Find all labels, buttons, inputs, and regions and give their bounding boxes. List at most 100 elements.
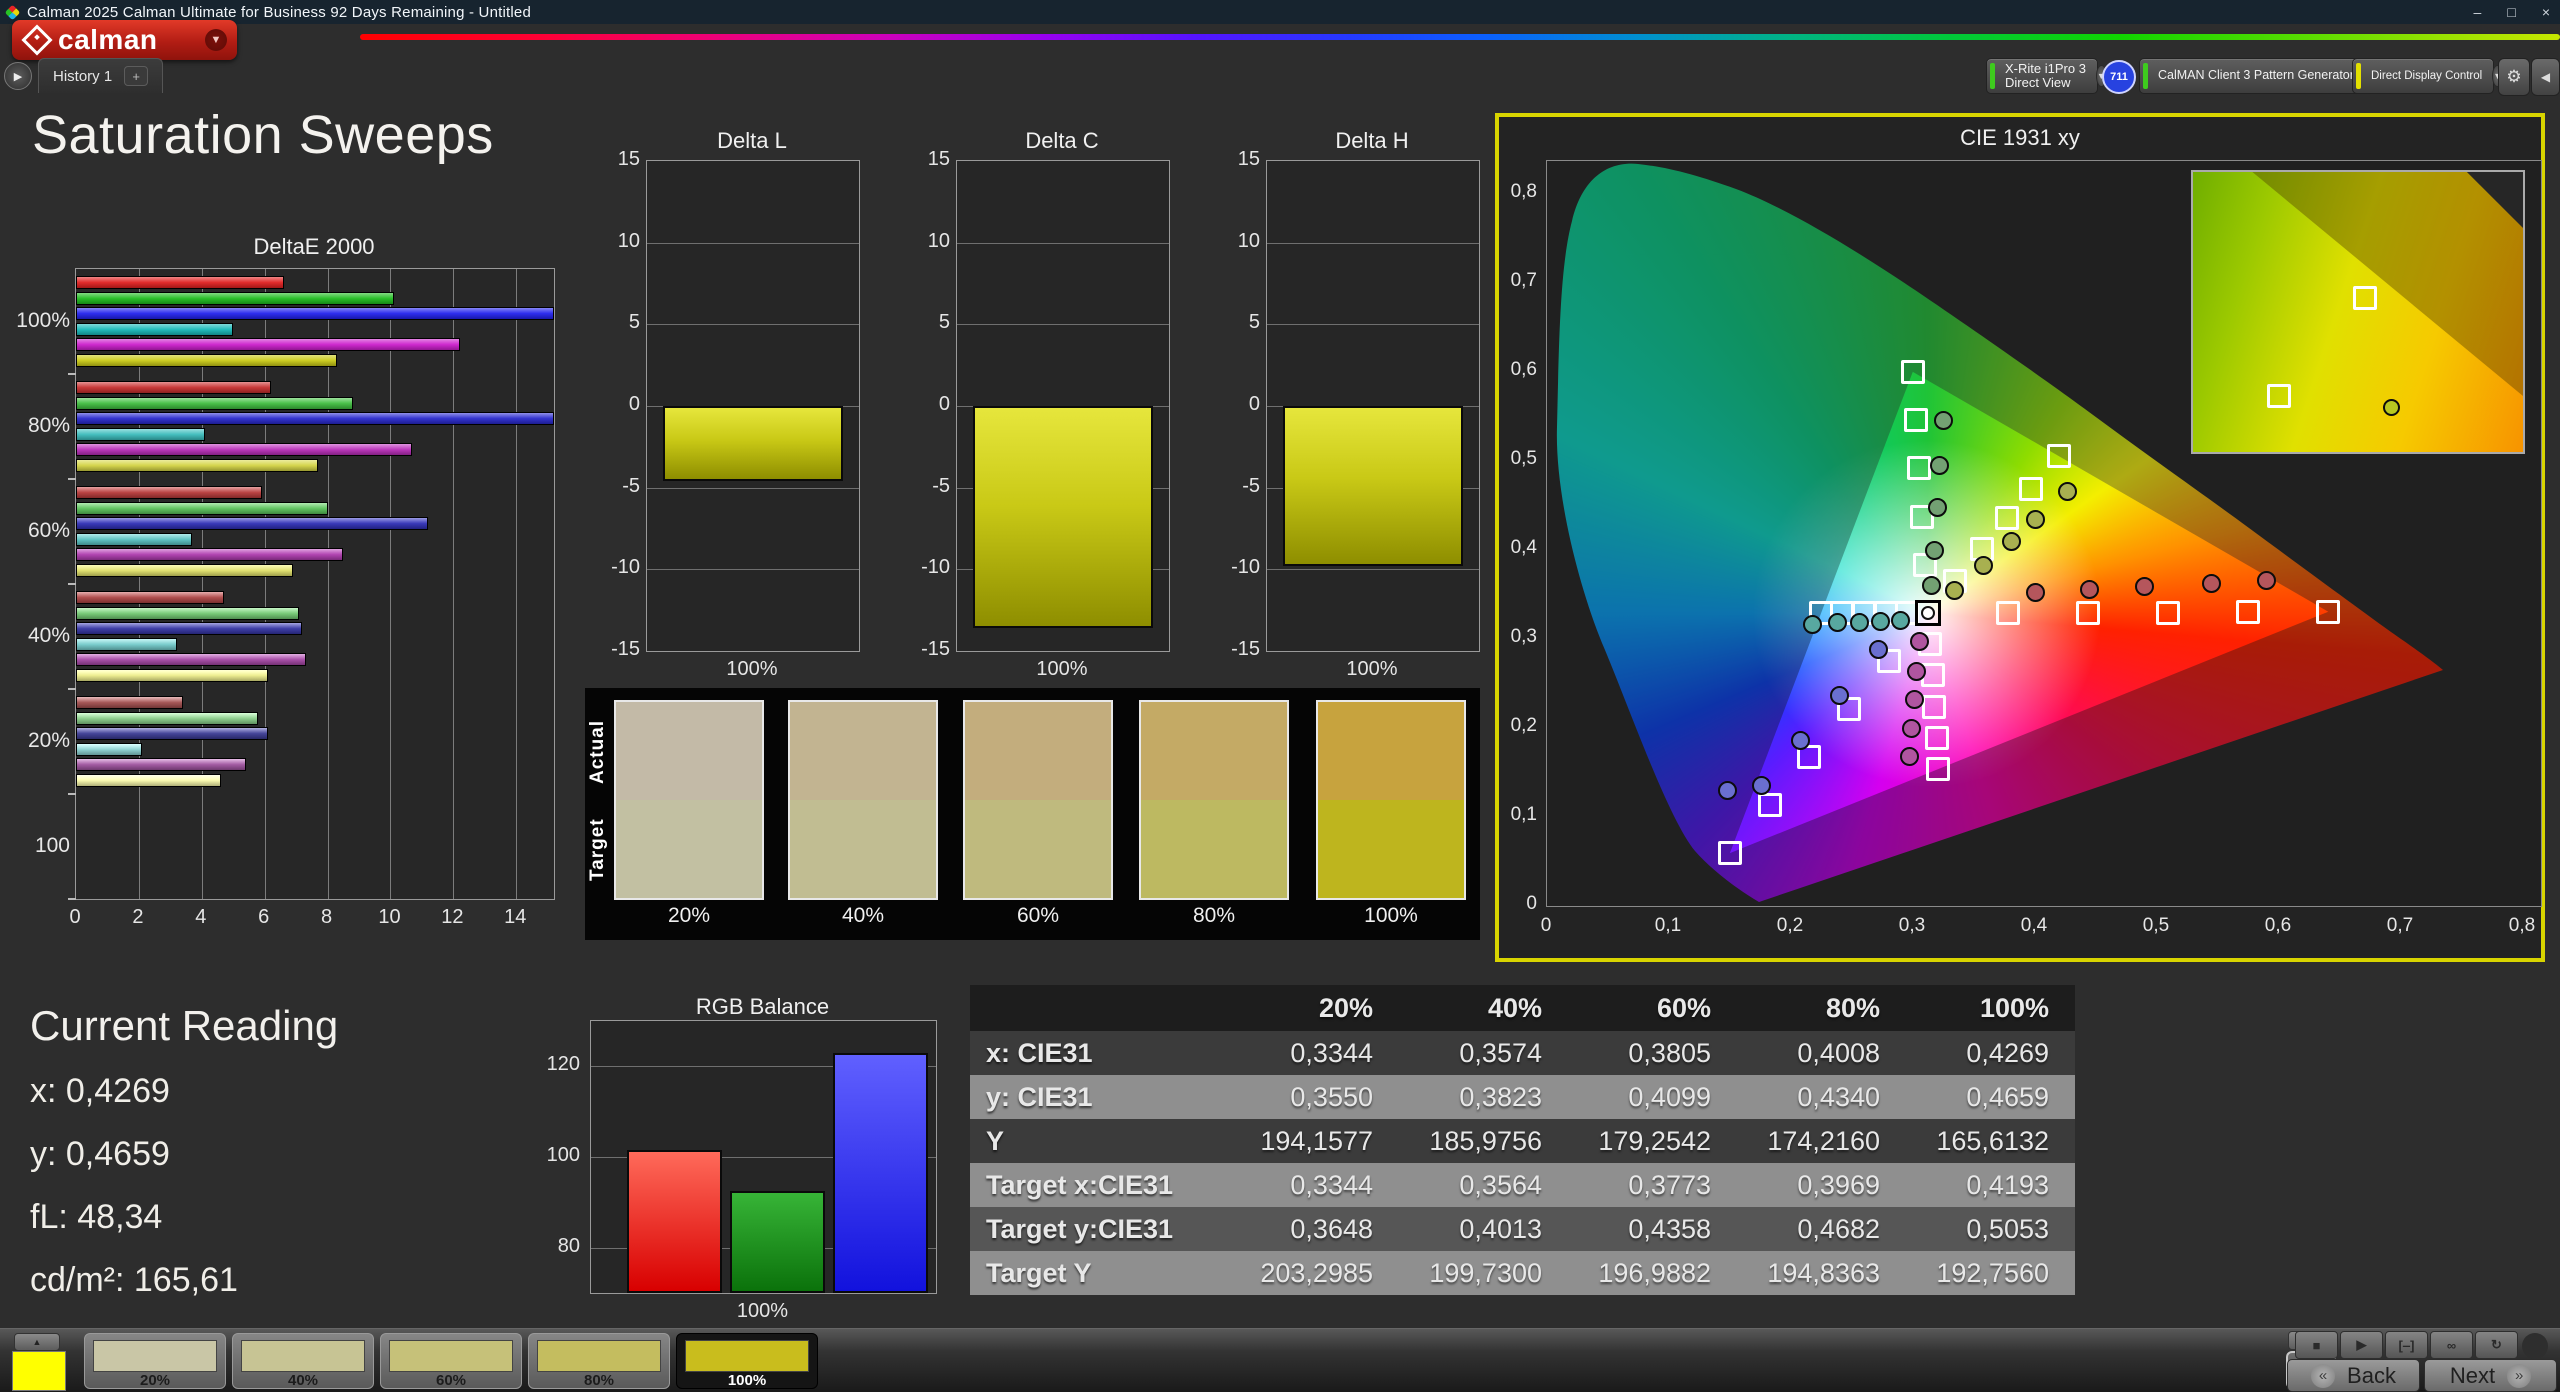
meter-count-badge[interactable]: 711 — [2102, 60, 2136, 94]
display-control-dropdown[interactable]: Direct Display Control ▼ — [2352, 58, 2494, 94]
delta-c-chart: Delta C151050-5-10-15100% — [910, 128, 1170, 688]
target-magenta-5 — [1926, 757, 1950, 781]
add-tab-button[interactable]: + — [124, 66, 148, 86]
actual-target-swatch-panel: Actual Target 20%40%60%80%100% — [585, 688, 1480, 940]
measured-green-2 — [1925, 541, 1944, 560]
rainbow-divider — [360, 34, 2560, 40]
measured-red-2 — [2080, 580, 2099, 599]
pattern-label: 60% — [381, 1372, 521, 1389]
calman-app: Calman 2025 Calman Ultimate for Business… — [0, 0, 2560, 1392]
chevron-left-icon: ◀ — [2541, 70, 2550, 84]
chevron-left-icon: « — [2311, 1364, 2335, 1388]
pattern-options-button[interactable]: ▲ — [14, 1333, 60, 1351]
x-tick-label: 0 — [55, 906, 95, 929]
x-tick-label: 14 — [495, 906, 535, 929]
source-status-bar — [2143, 63, 2148, 89]
pattern-button-20%[interactable]: 20% — [84, 1333, 226, 1389]
actual-swatch — [1141, 702, 1287, 800]
measured-yellow-4 — [2026, 510, 2045, 529]
y-tick-label: 15 — [1220, 148, 1260, 171]
settings-button[interactable]: ⚙ — [2498, 58, 2530, 96]
y-tick-label: -5 — [1220, 475, 1260, 498]
swatch-label: 40% — [788, 904, 938, 928]
bar-magenta-60% — [76, 548, 343, 561]
y-tick-label: 0 — [1220, 393, 1260, 416]
cell-value: 185,9756 — [1399, 1126, 1568, 1157]
bar-magenta-80% — [76, 443, 412, 456]
deltaH-title: Delta H — [1266, 128, 1478, 154]
chevron-down-icon: ▼ — [205, 29, 227, 51]
measured-green-3 — [1928, 498, 1947, 517]
current-pattern-swatch[interactable] — [12, 1351, 66, 1391]
cell-value: 0,3344 — [1230, 1038, 1399, 1069]
back-button[interactable]: « Back — [2287, 1359, 2420, 1392]
maximize-button[interactable]: □ — [2507, 4, 2515, 20]
cell-value: 0,3550 — [1230, 1082, 1399, 1113]
next-button[interactable]: Next » — [2424, 1359, 2557, 1392]
column-header: 80% — [1737, 993, 1906, 1024]
row-label: Target y:CIE31 — [970, 1214, 1230, 1245]
target-swatch — [1141, 800, 1287, 898]
pattern-chip — [241, 1340, 365, 1372]
y-tick-label: 0,4 — [1499, 537, 1537, 559]
pattern-label: 20% — [85, 1372, 225, 1389]
deltaC-title: Delta C — [956, 128, 1168, 154]
deltae-category-axis: 100%80%60%40%20%100 — [0, 268, 70, 898]
bar-red-40% — [76, 591, 224, 604]
bar-cyan-40% — [76, 638, 177, 651]
pattern-chip — [537, 1340, 661, 1372]
swatch-compare-60% — [963, 700, 1113, 900]
window-title: Calman 2025 Calman Ultimate for Business… — [27, 4, 531, 21]
collapse-panel-button[interactable]: ◀ — [2531, 58, 2560, 96]
cie-chart-title: CIE 1931 xy — [1499, 125, 2541, 151]
x-tick-label: 0,7 — [2378, 915, 2422, 937]
y-tick-label: 0 — [910, 393, 950, 416]
cell-value: 0,3805 — [1568, 1038, 1737, 1069]
category-label: 100 — [0, 834, 70, 858]
next-label: Next — [2450, 1363, 2495, 1389]
measured-cyan-4 — [1828, 613, 1847, 632]
measured-blue-2 — [1830, 686, 1849, 705]
calman-menu-button[interactable]: calman ▼ — [12, 20, 237, 60]
chevron-up-icon: ▲ — [33, 1337, 42, 1347]
cell-value: 0,3823 — [1399, 1082, 1568, 1113]
column-header: 100% — [1906, 993, 2075, 1024]
transport-refresh[interactable]: ↻ — [2475, 1331, 2518, 1359]
gridline — [647, 569, 859, 570]
white-point-marker — [1915, 600, 1941, 626]
axis-tick — [68, 898, 76, 900]
pattern-generator-label: CalMAN Client 3 Pattern Generator — [2158, 69, 2354, 82]
transport-frame[interactable]: [‒] — [2385, 1331, 2428, 1359]
measured-magenta-5 — [1900, 747, 1919, 766]
target-swatch — [1318, 800, 1464, 898]
x-tick-label: 6 — [244, 906, 284, 929]
cell-value: 0,4340 — [1737, 1082, 1906, 1113]
pattern-button-40%[interactable]: 40% — [232, 1333, 374, 1389]
row-label: Target x:CIE31 — [970, 1170, 1230, 1201]
x-tick-label: 0,1 — [1646, 915, 1690, 937]
transport-play[interactable]: ▶ — [2340, 1331, 2383, 1359]
transport-stop[interactable]: ■ — [2295, 1331, 2338, 1359]
minimize-button[interactable]: – — [2474, 4, 2482, 20]
tab-history-1[interactable]: History 1 + — [38, 58, 163, 93]
pattern-button-100%[interactable]: 100% — [676, 1333, 818, 1389]
bar-green-100% — [76, 292, 394, 305]
transport-loop[interactable]: ∞ — [2430, 1331, 2473, 1359]
pattern-button-60%[interactable]: 60% — [380, 1333, 522, 1389]
close-button[interactable]: × — [2542, 4, 2550, 20]
gridline — [453, 269, 454, 899]
pattern-button-80%[interactable]: 80% — [528, 1333, 670, 1389]
y-tick-label: 10 — [1220, 230, 1260, 253]
cell-value: 0,4682 — [1737, 1214, 1906, 1245]
cell-value: 0,3564 — [1399, 1170, 1568, 1201]
measured-magenta-3 — [1905, 690, 1924, 709]
category-label: 60% — [0, 519, 70, 543]
bar-magenta-20% — [76, 758, 246, 771]
inset-shade — [2193, 172, 2523, 452]
x-tick-label: 0,8 — [2500, 915, 2544, 937]
tab-scroll-button[interactable]: ▶ — [4, 62, 32, 90]
cell-value: 0,3648 — [1230, 1214, 1399, 1245]
calman-logo-icon — [21, 24, 52, 55]
measured-blue-5 — [1718, 781, 1737, 800]
meter-dropdown[interactable]: X-Rite i1Pro 3 Direct View ▼ — [1986, 58, 2098, 94]
